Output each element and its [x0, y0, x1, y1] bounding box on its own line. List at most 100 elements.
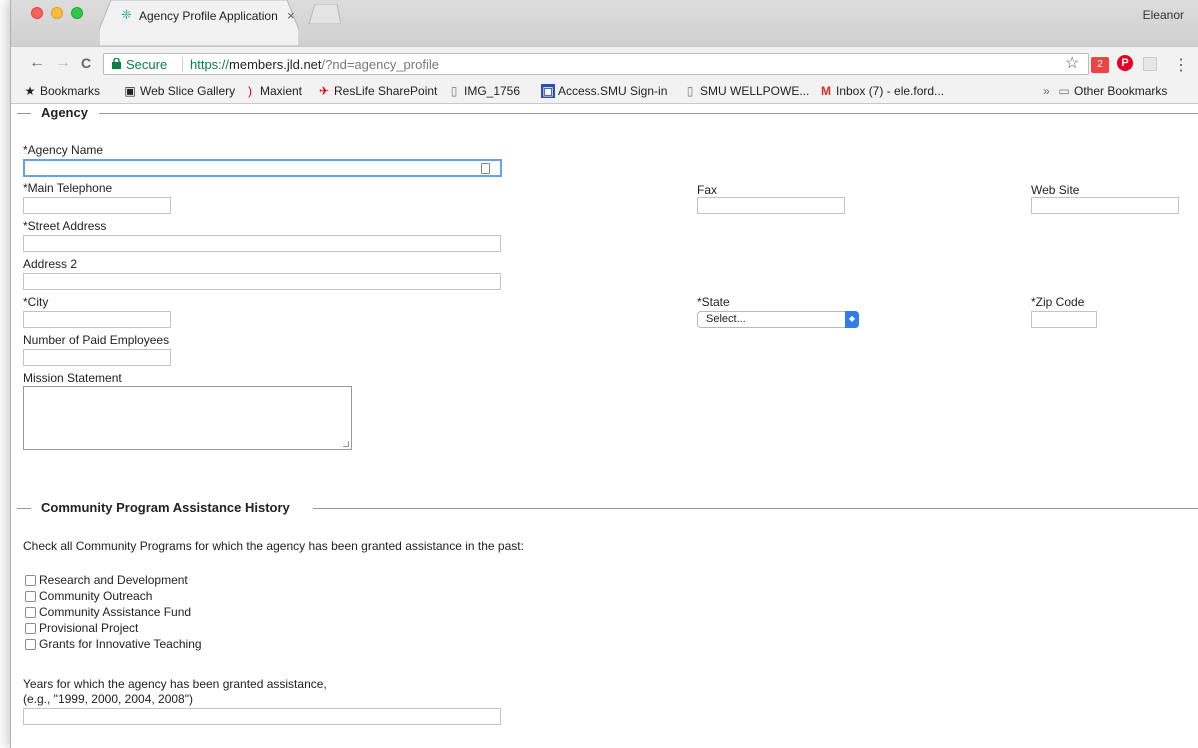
reload-icon[interactable]: C — [81, 54, 91, 72]
fieldset-border — [313, 508, 1198, 509]
street-address-input[interactable] — [23, 235, 501, 252]
browser-toolbar: ← → C Secure https://members.jld.net/?nd… — [11, 46, 1198, 80]
fieldset-border — [17, 113, 31, 114]
new-tab-button[interactable] — [305, 4, 341, 24]
city-input[interactable] — [23, 311, 171, 328]
program-label: Research and Development — [39, 573, 188, 587]
web-slice-icon: ▣ — [124, 84, 136, 98]
program-label: Community Outreach — [39, 589, 153, 603]
pinterest-icon[interactable]: P — [1117, 55, 1133, 71]
bookmark-item[interactable]: M Inbox (7) - ele.ford... — [819, 84, 944, 98]
state-label: *State — [697, 295, 730, 309]
web-site-label: Web Site — [1031, 183, 1080, 197]
state-select[interactable]: Select... ◆ — [697, 311, 859, 328]
bookmark-star-icon[interactable]: ☆ — [1065, 53, 1079, 73]
agency-name-input[interactable] — [23, 159, 502, 177]
bookmark-label: ResLife SharePoint — [334, 84, 438, 98]
profile-name[interactable]: Eleanor — [1143, 8, 1184, 22]
resize-grip-icon[interactable] — [343, 441, 349, 447]
divider — [182, 57, 183, 72]
forward-icon[interactable]: → — [55, 54, 71, 72]
checkbox-grants-innovative-teaching[interactable] — [25, 639, 36, 650]
years-label: Years for which the agency has been gran… — [23, 677, 327, 691]
bookmark-item[interactable]: ★ Bookmarks — [23, 84, 100, 98]
url-scheme: https:// — [190, 57, 230, 72]
tab-close-icon[interactable]: × — [287, 8, 295, 23]
paid-employees-input[interactable] — [23, 349, 171, 366]
back-icon[interactable]: ← — [29, 54, 45, 72]
bookmark-item[interactable]: ▯ SMU WELLPOWE... — [683, 84, 810, 98]
address-bar[interactable]: Secure https://members.jld.net/?nd=agenc… — [103, 53, 1089, 75]
years-example-label: (e.g., "1999, 2000, 2004, 2008") — [23, 692, 193, 706]
bookmark-label: Bookmarks — [40, 84, 101, 98]
autofill-icon — [481, 163, 490, 174]
city-label: *City — [23, 295, 49, 309]
zip-input[interactable] — [1031, 311, 1097, 328]
mission-textarea[interactable] — [23, 386, 352, 450]
bookmarks-bar: ★ Bookmarks ▣ Web Slice Gallery ) Maxient ✈… — [11, 80, 1198, 104]
maxient-icon: ) — [248, 84, 252, 98]
program-label: Provisional Project — [39, 621, 139, 635]
fax-label: Fax — [697, 183, 718, 197]
street-address-label: *Street Address — [23, 219, 107, 233]
fieldset-border — [99, 113, 1198, 114]
menu-icon[interactable]: ⋮ — [1173, 55, 1189, 75]
state-selected-value: Select... — [706, 313, 746, 325]
url-host: members.jld.net — [229, 57, 322, 72]
minimize-window-button[interactable] — [51, 7, 63, 19]
folder-icon: ▭ — [1058, 84, 1070, 98]
bookmark-item[interactable]: ▣ Web Slice Gallery — [123, 84, 235, 98]
history-legend: Community Program Assistance History — [37, 500, 294, 515]
url-path: /?nd=agency_profile — [321, 57, 439, 72]
address2-label: Address 2 — [23, 257, 78, 271]
years-input[interactable] — [23, 708, 501, 725]
url-text: https://members.jld.net/?nd=agency_profi… — [190, 57, 439, 72]
gmail-icon: M — [821, 84, 831, 98]
address2-input[interactable] — [23, 273, 501, 290]
extension-icon[interactable]: 2 — [1091, 57, 1109, 73]
checkbox-community-assistance-fund[interactable] — [25, 607, 36, 618]
lock-icon — [112, 58, 121, 69]
secure-label: Secure — [126, 57, 168, 72]
main-telephone-input[interactable] — [23, 197, 171, 214]
main-telephone-label: *Main Telephone — [23, 181, 113, 195]
fax-input[interactable] — [697, 197, 845, 214]
bookmark-label: Inbox (7) - ele.ford... — [836, 84, 945, 98]
bookmark-label: Access.SMU Sign-in — [558, 84, 668, 98]
web-site-input[interactable] — [1031, 197, 1179, 214]
checkbox-provisional-project[interactable] — [25, 623, 36, 634]
document-icon: ▯ — [450, 84, 458, 98]
checkbox-community-outreach[interactable] — [25, 591, 36, 602]
history-instruction: Check all Community Programs for which t… — [23, 539, 524, 553]
tab-strip: ❈ Agency Profile Application × Eleanor — [11, 0, 1198, 46]
agency-name-label: *Agency Name — [23, 143, 104, 157]
bookmark-label: Maxient — [260, 84, 303, 98]
tab-title: Agency Profile Application — [139, 9, 278, 23]
paid-employees-label: Number of Paid Employees — [23, 333, 170, 347]
extension-icon[interactable] — [1143, 57, 1157, 71]
app-logo-icon: ❈ — [121, 7, 132, 22]
program-label: Grants for Innovative Teaching — [39, 637, 202, 651]
page-content: Agency *Agency Name *Main Telephone Fax … — [11, 105, 1198, 748]
other-bookmarks-label: Other Bookmarks — [1074, 84, 1168, 98]
document-icon: ▯ — [686, 84, 694, 98]
tab-agency-profile[interactable]: ❈ Agency Profile Application × — [99, 0, 299, 46]
zoom-window-button[interactable] — [71, 7, 83, 19]
fieldset-border — [17, 508, 31, 509]
mission-label: Mission Statement — [23, 371, 122, 385]
bookmark-item[interactable]: ▯ IMG_1756 — [447, 84, 520, 98]
agency-legend: Agency — [37, 105, 92, 120]
checkbox-research-development[interactable] — [25, 575, 36, 586]
other-bookmarks[interactable]: ▭ Other Bookmarks — [1057, 84, 1167, 98]
bookmarks-overflow-icon[interactable]: » — [1043, 84, 1050, 98]
browser-window: ❈ Agency Profile Application × Eleanor ←… — [10, 0, 1198, 748]
bookmark-item[interactable]: ) Maxient — [243, 84, 302, 98]
bookmark-label: IMG_1756 — [464, 84, 521, 98]
program-label: Community Assistance Fund — [39, 605, 192, 619]
access-smu-icon: ▣ — [541, 84, 555, 98]
bookmark-item[interactable]: ▣ Access.SMU Sign-in — [541, 84, 667, 98]
star-icon: ★ — [24, 84, 36, 98]
bookmark-item[interactable]: ✈ ResLife SharePoint — [317, 84, 437, 98]
close-window-button[interactable] — [31, 7, 43, 19]
bookmark-label: Web Slice Gallery — [140, 84, 236, 98]
